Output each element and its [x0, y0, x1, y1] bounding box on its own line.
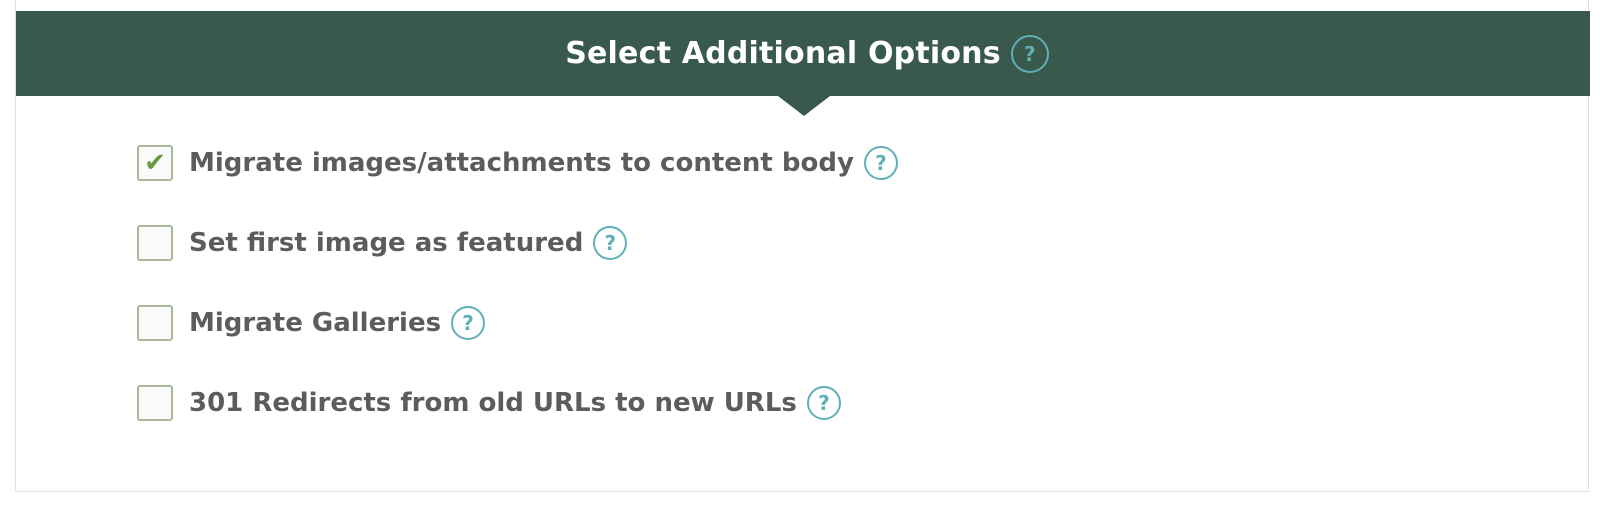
option-301-redirects[interactable]: 301 Redirects from old URLs to new URLs …	[137, 383, 898, 423]
option-label: Set first image as featured	[189, 228, 584, 258]
option-label: Migrate Galleries	[189, 308, 442, 338]
panel-title: Select Additional Options	[565, 36, 1001, 71]
options-panel: Select Additional Options ? ✔ Migrate im…	[15, 0, 1590, 492]
header-notch	[778, 96, 830, 116]
check-icon: ✔	[144, 148, 166, 178]
help-icon[interactable]: ?	[1010, 34, 1049, 73]
option-label: 301 Redirects from old URLs to new URLs	[189, 388, 797, 418]
help-icon[interactable]: ?	[451, 306, 486, 340]
option-set-featured[interactable]: Set first image as featured ?	[137, 223, 898, 263]
page: Select Additional Options ? ✔ Migrate im…	[0, 0, 1600, 508]
help-icon[interactable]: ?	[863, 146, 898, 180]
option-migrate-galleries[interactable]: Migrate Galleries ?	[137, 303, 898, 343]
migrate-galleries-checkbox[interactable]	[137, 305, 173, 341]
options-list: ✔ Migrate images/attachments to content …	[137, 143, 898, 463]
option-migrate-images[interactable]: ✔ Migrate images/attachments to content …	[137, 143, 898, 183]
option-label: Migrate images/attachments to content bo…	[189, 148, 854, 178]
help-icon[interactable]: ?	[593, 226, 628, 260]
help-icon[interactable]: ?	[806, 386, 841, 420]
migrate-images-checkbox[interactable]: ✔	[137, 145, 173, 181]
panel-header: Select Additional Options ?	[16, 11, 1590, 96]
redirects-checkbox[interactable]	[137, 385, 173, 421]
set-featured-checkbox[interactable]	[137, 225, 173, 261]
